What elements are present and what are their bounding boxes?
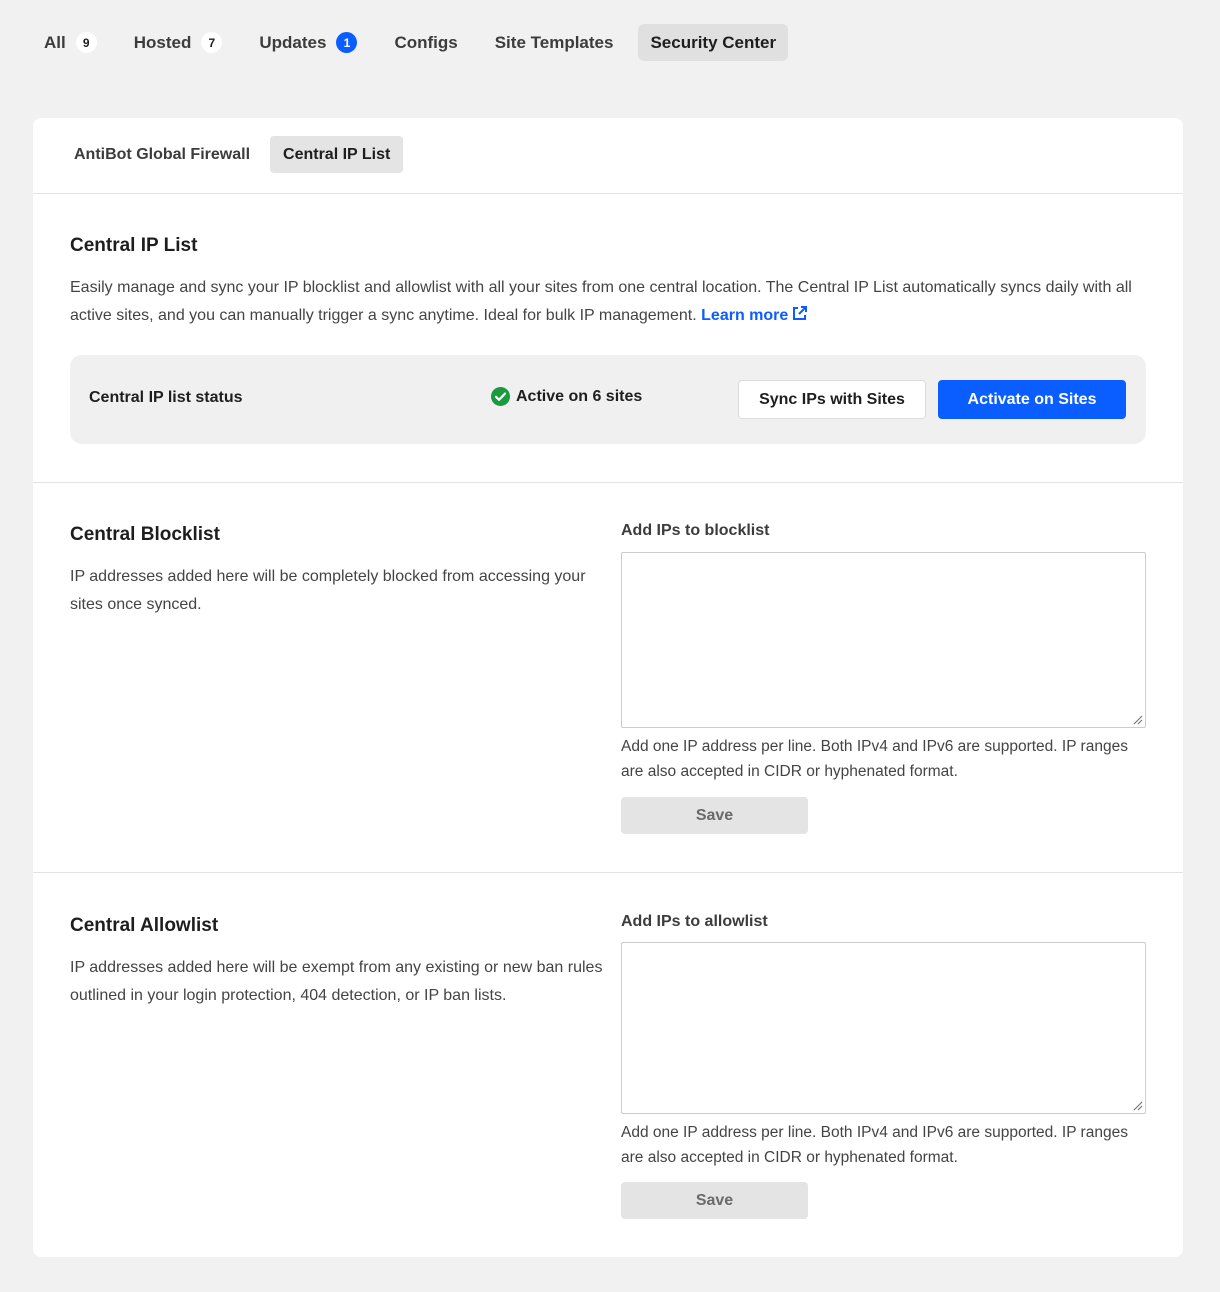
allowlist-save-button[interactable]: Save xyxy=(621,1182,808,1219)
allowlist-input[interactable] xyxy=(622,943,1145,1113)
check-circle-icon xyxy=(491,387,510,406)
learn-more-link[interactable]: Learn more xyxy=(701,306,808,324)
allowlist-description: IP addresses added here will be exempt f… xyxy=(70,959,603,1004)
tab-label: Central IP List xyxy=(283,145,391,163)
count-badge: 9 xyxy=(75,32,97,53)
tab-label: Configs xyxy=(394,32,458,52)
blocklist-save-button[interactable]: Save xyxy=(621,797,808,834)
tab-label: Security Center xyxy=(650,32,777,52)
allowlist-field-label: Add IPs to allowlist xyxy=(621,913,768,930)
status-panel: Central IP list status Active on 6 sites… xyxy=(70,355,1146,444)
tab-central-ip-list[interactable]: Central IP List xyxy=(270,136,404,173)
tab-label: All xyxy=(44,32,66,52)
tab-security-center[interactable]: Security Center xyxy=(638,24,789,61)
blocklist-title: Central Blocklist xyxy=(70,524,220,545)
description-text: Easily manage and sync your IP blocklist… xyxy=(70,279,1132,324)
learn-more-label: Learn more xyxy=(701,307,789,324)
tab-label: AntiBot Global Firewall xyxy=(74,145,251,163)
external-link-icon xyxy=(793,306,808,320)
divider xyxy=(33,482,1183,483)
section-title: Central IP List xyxy=(70,235,198,256)
divider xyxy=(33,193,1183,194)
tab-site-templates[interactable]: Site Templates xyxy=(483,24,626,61)
tab-all[interactable]: All 9 xyxy=(32,24,109,61)
status-indicator: Active on 6 sites xyxy=(491,387,642,406)
status-label: Central IP list status xyxy=(89,389,243,406)
section-description: Easily manage and sync your IP blocklist… xyxy=(70,274,1155,330)
blocklist-description: IP addresses added here will be complete… xyxy=(70,568,586,613)
sub-tabs: AntiBot Global Firewall Central IP List xyxy=(61,136,410,173)
allowlist-help-text: Add one IP address per line. Both IPv4 a… xyxy=(621,1124,1128,1166)
sync-ips-button[interactable]: Sync IPs with Sites xyxy=(738,380,926,419)
resize-handle-icon[interactable] xyxy=(1131,1099,1143,1111)
security-center-card: AntiBot Global Firewall Central IP List … xyxy=(33,118,1183,1257)
tab-hosted[interactable]: Hosted 7 xyxy=(122,24,235,61)
allowlist-title: Central Allowlist xyxy=(70,915,219,936)
main-tabs: All 9 Hosted 7 Updates 1 Configs Site Te… xyxy=(32,24,801,61)
blocklist-help-text: Add one IP address per line. Both IPv4 a… xyxy=(621,738,1128,780)
tab-label: Site Templates xyxy=(494,32,614,52)
divider xyxy=(33,872,1183,873)
tab-label: Hosted xyxy=(133,32,192,52)
blocklist-input[interactable] xyxy=(622,553,1145,727)
blocklist-textarea-wrap xyxy=(621,552,1146,728)
blocklist-field-label: Add IPs to blocklist xyxy=(621,522,770,539)
activate-on-sites-button[interactable]: Activate on Sites xyxy=(938,380,1126,419)
tab-label: Updates xyxy=(259,32,327,52)
count-badge: 1 xyxy=(336,32,358,53)
resize-handle-icon[interactable] xyxy=(1131,713,1143,725)
tab-antibot-global-firewall[interactable]: AntiBot Global Firewall xyxy=(61,136,263,173)
tab-updates[interactable]: Updates 1 xyxy=(247,24,369,61)
tab-configs[interactable]: Configs xyxy=(382,24,469,61)
allowlist-textarea-wrap xyxy=(621,942,1146,1114)
status-value: Active on 6 sites xyxy=(516,387,643,405)
count-badge: 7 xyxy=(201,32,223,53)
